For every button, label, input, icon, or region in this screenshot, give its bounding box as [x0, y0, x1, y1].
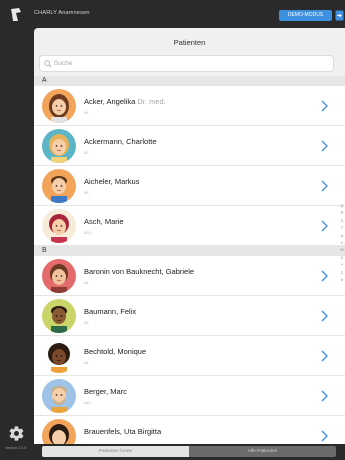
- section-header-a: A: [34, 76, 345, 86]
- woman-blonde-hair-avatar: [42, 129, 76, 163]
- chevron-right-icon: [321, 140, 328, 152]
- patient-id: #1: [84, 110, 89, 115]
- woman-brown-hair-avatar: [42, 89, 76, 123]
- patient-id: #10: [84, 400, 91, 405]
- search-box[interactable]: [39, 55, 334, 72]
- exit-icon[interactable]: [335, 10, 344, 21]
- chevron-right-icon: [321, 390, 328, 402]
- patient-id: #23: [84, 230, 91, 235]
- segmented-control: Patienten heute Alle Patienten: [42, 446, 336, 457]
- chevron-right-icon: [321, 430, 328, 442]
- charly-logo-icon: [11, 8, 21, 21]
- patient-row[interactable]: Aicheler, Markus #3: [34, 166, 345, 206]
- patient-name: Brauenfels, Uta Birgitta: [84, 427, 162, 436]
- chevron-right-icon: [321, 220, 328, 232]
- demo-mode-button[interactable]: DEMO-MODUS: [279, 10, 332, 21]
- patient-id: #1: [84, 280, 89, 285]
- index-letter[interactable]: #: [339, 277, 345, 284]
- chevron-right-icon: [321, 270, 328, 282]
- patient-name: Asch, Marie: [84, 217, 124, 226]
- chevron-right-icon: [321, 100, 328, 112]
- index-letter[interactable]: Y: [339, 262, 345, 269]
- gear-icon[interactable]: [8, 425, 25, 442]
- man-beard-avatar: [42, 379, 76, 413]
- page-title: Patienten: [173, 38, 206, 47]
- index-letter[interactable]: Z: [339, 270, 345, 277]
- index-letter[interactable]: X: [339, 255, 345, 262]
- patient-row[interactable]: Berger, Marc #10: [34, 376, 345, 416]
- index-letter[interactable]: S: [339, 218, 345, 225]
- patient-name: Baumann, Felix: [84, 307, 137, 316]
- man-brown-hair-avatar: [42, 169, 76, 203]
- index-letter[interactable]: R: [339, 210, 345, 217]
- patient-id: #4: [84, 360, 89, 365]
- version-label: Version 2.0.0: [5, 446, 26, 450]
- patient-name: Berger, Marc: [84, 387, 127, 396]
- chevron-right-icon: [321, 180, 328, 192]
- woman-red-hair-avatar: [42, 209, 76, 243]
- index-letter[interactable]: V: [339, 240, 345, 247]
- left-rail: Version 2.0.0: [0, 28, 31, 460]
- patient-name: Acker, Angelika Dr. med.: [84, 97, 166, 106]
- patient-row[interactable]: Asch, Marie #23: [34, 206, 345, 246]
- alphabet-index[interactable]: Q R S T U V W X Y Z #: [339, 203, 345, 284]
- chevron-right-icon: [321, 350, 328, 362]
- index-letter[interactable]: W: [339, 247, 345, 254]
- index-letter[interactable]: Q: [339, 203, 345, 210]
- patient-id: #3: [84, 320, 89, 325]
- segment-bar: Patienten heute Alle Patienten: [34, 444, 345, 460]
- patient-title: Dr. med.: [137, 97, 166, 106]
- patient-id: #2: [84, 150, 89, 155]
- patient-list[interactable]: A Acker, Angelika Dr. med. #1 Ackermann,…: [34, 76, 345, 456]
- patient-row[interactable]: Acker, Angelika Dr. med. #1: [34, 86, 345, 126]
- patient-name: Bechtold, Monique: [84, 347, 147, 356]
- patient-row[interactable]: Bechtold, Monique #4: [34, 336, 345, 376]
- woman-red-background-avatar: [42, 259, 76, 293]
- patients-panel: Patienten A: [34, 28, 345, 460]
- woman-curly-hair-avatar: [42, 339, 76, 373]
- patient-row[interactable]: Baumann, Felix #3: [34, 296, 345, 336]
- search-icon: [44, 60, 52, 68]
- index-letter[interactable]: U: [339, 233, 345, 240]
- segment-patients-today[interactable]: Patienten heute: [42, 446, 189, 457]
- app-window: CHARLY Anamnesen DEMO-MODUS Version 2.0.…: [0, 0, 345, 460]
- section-header-b: B: [34, 246, 345, 256]
- patient-id: #3: [84, 190, 89, 195]
- search-input[interactable]: [54, 56, 324, 71]
- chevron-right-icon: [321, 310, 328, 322]
- segment-all-patients[interactable]: Alle Patienten: [189, 446, 336, 457]
- patient-name: Ackermann, Charlotte: [84, 137, 157, 146]
- app-title: CHARLY Anamnesen: [34, 10, 90, 16]
- patient-name: Aicheler, Markus: [84, 177, 140, 186]
- patient-name: Baronin von Bauknecht, Gabriele: [84, 267, 195, 276]
- man-dark-skin-avatar: [42, 299, 76, 333]
- patient-row[interactable]: Ackermann, Charlotte #2: [34, 126, 345, 166]
- top-bar: CHARLY Anamnesen DEMO-MODUS: [0, 0, 345, 28]
- patient-row[interactable]: Baronin von Bauknecht, Gabriele #1: [34, 256, 345, 296]
- index-letter[interactable]: T: [339, 225, 345, 232]
